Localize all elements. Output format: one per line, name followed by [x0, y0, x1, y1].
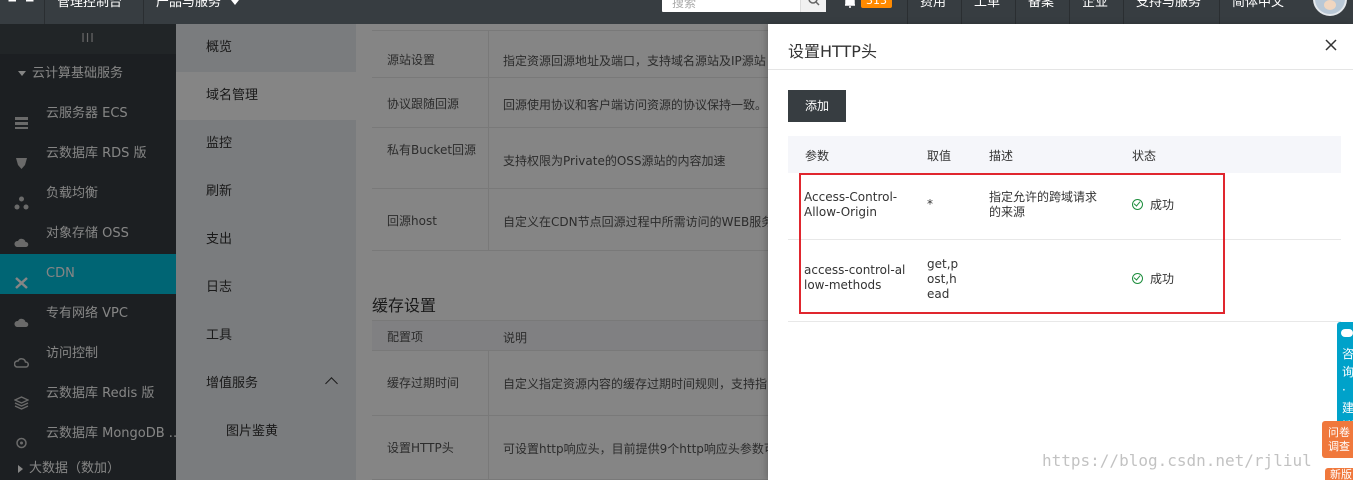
param-line: Access-Control-: [804, 190, 898, 204]
consult-char: 咨: [1342, 347, 1353, 361]
column-header-desc: 描述: [989, 149, 1014, 163]
nav-icp[interactable]: 备案: [1015, 0, 1066, 24]
consult-char: 询: [1342, 365, 1353, 379]
avatar[interactable]: [1313, 0, 1347, 16]
nav-tickets[interactable]: 工单: [961, 0, 1012, 24]
http-header-table: 参数 取值 描述 状态 Access-Control- Allow-Origin…: [788, 136, 1341, 322]
products-menu-label: 产品与服务: [156, 0, 222, 10]
consult-char: ·: [1342, 383, 1346, 397]
search-input[interactable]: 搜索: [662, 0, 826, 12]
value-cell: get,p ost,h ead: [927, 257, 958, 302]
drawer-title: 设置HTTP头: [788, 42, 877, 61]
top-bar: 管理控制台 产品与服务 搜索 313 费用 工单 备案 企业 支持与服务 简体中…: [0, 0, 1353, 24]
chevron-down-icon: [231, 0, 240, 5]
value-line: *: [927, 197, 933, 211]
status-badge: 成功: [1132, 272, 1174, 287]
param-cell: access-control-al low-methods: [804, 263, 905, 293]
check-circle-icon: [1132, 199, 1143, 210]
http-header-drawer: 设置HTTP头 添加 参数 取值 描述 状态 Access-Control- A…: [768, 24, 1353, 480]
param-line: access-control-al: [804, 263, 906, 277]
consult-char: 建: [1342, 401, 1353, 415]
close-icon[interactable]: [1324, 38, 1338, 52]
consult-feedback-tab[interactable]: 咨 询 · 建 议: [1337, 322, 1353, 432]
survey-line: 调查: [1328, 440, 1350, 453]
aliyun-logo-icon[interactable]: [0, 0, 44, 18]
new-version-tab[interactable]: 新版: [1325, 468, 1353, 480]
desc-line: 的来源: [989, 205, 1026, 219]
bell-icon[interactable]: [843, 0, 857, 12]
watermark: https://blog.csdn.net/rjliul: [1042, 451, 1312, 470]
notification-badge[interactable]: 313: [861, 0, 892, 8]
status-text: 成功: [1150, 198, 1175, 212]
add-button[interactable]: 添加: [788, 90, 846, 122]
param-cell: Access-Control- Allow-Origin: [804, 190, 897, 220]
value-cell: *: [927, 197, 933, 212]
desc-cell: 指定允许的跨域请求 的来源: [989, 190, 1097, 220]
desc-line: 指定允许的跨域请求: [989, 190, 1098, 204]
check-circle-icon: [1132, 273, 1143, 284]
search-placeholder: 搜索: [672, 0, 697, 10]
column-header-value: 取值: [927, 149, 952, 163]
chat-bubble-icon: [1341, 329, 1353, 337]
consult-text: 咨 询 · 建 议: [1342, 345, 1353, 432]
param-line: low-methods: [804, 278, 882, 292]
status-badge: 成功: [1132, 198, 1174, 213]
param-line: Allow-Origin: [804, 205, 877, 219]
nav-language[interactable]: 简体中文: [1219, 0, 1296, 24]
column-header-param: 参数: [805, 149, 830, 163]
table-header: 参数 取值 描述 状态: [788, 136, 1341, 173]
table-row: Access-Control- Allow-Origin * 指定允许的跨域请求…: [788, 173, 1341, 240]
survey-tab[interactable]: 问卷 调查: [1322, 421, 1353, 458]
nav-billing[interactable]: 费用: [907, 0, 958, 24]
products-menu[interactable]: 产品与服务: [143, 0, 251, 24]
survey-line: 问卷: [1328, 426, 1350, 439]
search-icon[interactable]: [800, 0, 826, 12]
value-line: ost,h: [927, 272, 957, 286]
drawer-header: 设置HTTP头: [768, 24, 1353, 70]
nav-support[interactable]: 支持与服务: [1123, 0, 1213, 24]
value-line: ead: [927, 287, 950, 301]
modal-overlay[interactable]: [0, 24, 768, 480]
status-text: 成功: [1150, 272, 1175, 286]
column-header-status: 状态: [1132, 149, 1157, 163]
console-link[interactable]: 管理控制台: [44, 0, 134, 24]
value-line: get,p: [927, 257, 959, 271]
table-row: access-control-al low-methods get,p ost,…: [788, 240, 1341, 322]
nav-enterprise[interactable]: 企业: [1069, 0, 1120, 24]
